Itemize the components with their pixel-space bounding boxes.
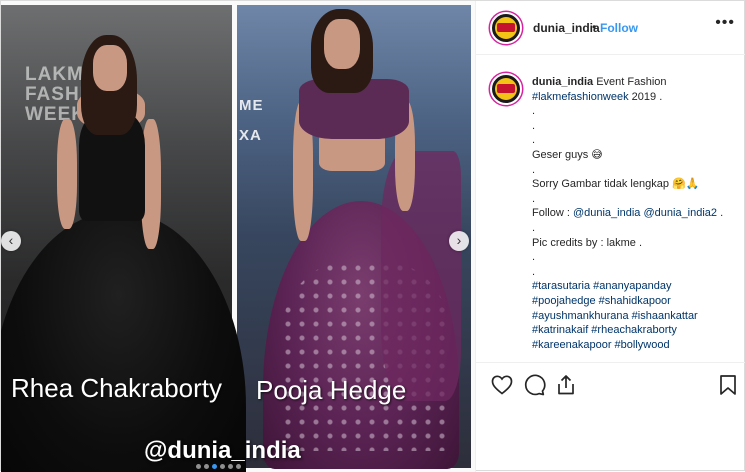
bookmark-icon xyxy=(720,375,736,395)
separator: • xyxy=(592,20,597,34)
carousel-dots xyxy=(196,464,241,469)
hashtag-link[interactable]: #lakmefashionweek xyxy=(532,91,629,103)
watermark: @dunia_india xyxy=(144,437,301,464)
previous-button[interactable]: ‹ xyxy=(1,231,21,251)
post-sidebar: dunia_india • Follow ••• dunia_india Eve… xyxy=(475,1,745,472)
caption-dot: . xyxy=(532,119,536,132)
hashtag-link[interactable]: #kareenakapoor #bollywood xyxy=(532,338,737,353)
action-bar xyxy=(476,362,745,472)
caption-dot: . xyxy=(532,221,536,234)
chevron-right-icon: › xyxy=(456,232,462,248)
heart-icon xyxy=(491,375,513,395)
avatar[interactable] xyxy=(490,73,522,105)
more-options-icon[interactable]: ••• xyxy=(715,14,735,32)
caption-dot: . xyxy=(532,192,536,205)
caption-pooja: Pooja Hedge xyxy=(256,375,407,405)
carousel-dot xyxy=(220,464,225,469)
mention-link[interactable]: @dunia_india xyxy=(573,207,640,219)
carousel-dot xyxy=(196,464,201,469)
caption-dot: . xyxy=(532,163,536,176)
carousel-dot xyxy=(236,464,241,469)
caption-username[interactable]: dunia_india xyxy=(532,76,593,88)
carousel-dot xyxy=(228,464,233,469)
caption-dot: . xyxy=(532,134,536,147)
caption-text: Event Fashion xyxy=(596,76,667,88)
caption-text: Pic credits by : lakme . xyxy=(532,236,643,249)
save-button[interactable] xyxy=(716,373,740,397)
caption-text: . xyxy=(717,207,724,220)
hashtag-link[interactable]: #tarasutaria #ananyapanday xyxy=(532,279,737,294)
comment-icon xyxy=(524,374,546,396)
caption-rhea: Rhea Chakraborty xyxy=(11,373,222,403)
like-button[interactable] xyxy=(490,373,514,397)
share-button[interactable] xyxy=(554,373,578,397)
caption-text: Geser guys 😅 xyxy=(532,148,603,161)
face xyxy=(324,19,360,69)
username-link[interactable]: dunia_india xyxy=(533,21,600,35)
post-media[interactable]: LAKME FASHION WEEK ME XA Rhea Chakrabort… xyxy=(1,1,475,472)
carousel-dot xyxy=(204,464,209,469)
caption-section: dunia_india Event Fashion #lakmefashionw… xyxy=(476,56,745,361)
arm-left xyxy=(57,119,77,229)
caption-text: 2019 . xyxy=(628,90,663,103)
comment-button[interactable] xyxy=(522,373,546,397)
avatar[interactable] xyxy=(490,12,522,44)
caption-dot: . xyxy=(532,265,536,278)
backdrop-text: ME xyxy=(239,97,264,114)
instagram-post: LAKME FASHION WEEK ME XA Rhea Chakrabort… xyxy=(0,0,745,472)
mention-link[interactable]: @dunia_india2 xyxy=(643,207,717,219)
hashtag-link[interactable]: #poojahedge #shahidkapoor xyxy=(532,294,737,309)
share-icon xyxy=(558,375,574,395)
chevron-left-icon: ‹ xyxy=(8,232,14,248)
caption-dot: . xyxy=(532,105,536,118)
caption-text: Sorry Gambar tidak lengkap 🤗🙏 xyxy=(532,178,700,191)
follow-button[interactable]: Follow xyxy=(600,21,638,35)
dupatta xyxy=(381,151,461,401)
backdrop-text: XA xyxy=(239,127,262,144)
post-header: dunia_india • Follow ••• xyxy=(476,1,745,55)
caption-body: dunia_india Event Fashion #lakmefashionw… xyxy=(532,75,737,352)
caption-dot: . xyxy=(532,251,536,264)
hashtag-link[interactable]: #katrinakaif #rheachakraborty xyxy=(532,323,737,338)
next-button[interactable]: › xyxy=(449,231,469,251)
face xyxy=(93,45,127,91)
carousel-dot-active xyxy=(212,464,217,469)
hashtag-link[interactable]: #ayushmankhurana #ishaankattar xyxy=(532,309,737,324)
caption-text: Follow : xyxy=(532,207,573,220)
